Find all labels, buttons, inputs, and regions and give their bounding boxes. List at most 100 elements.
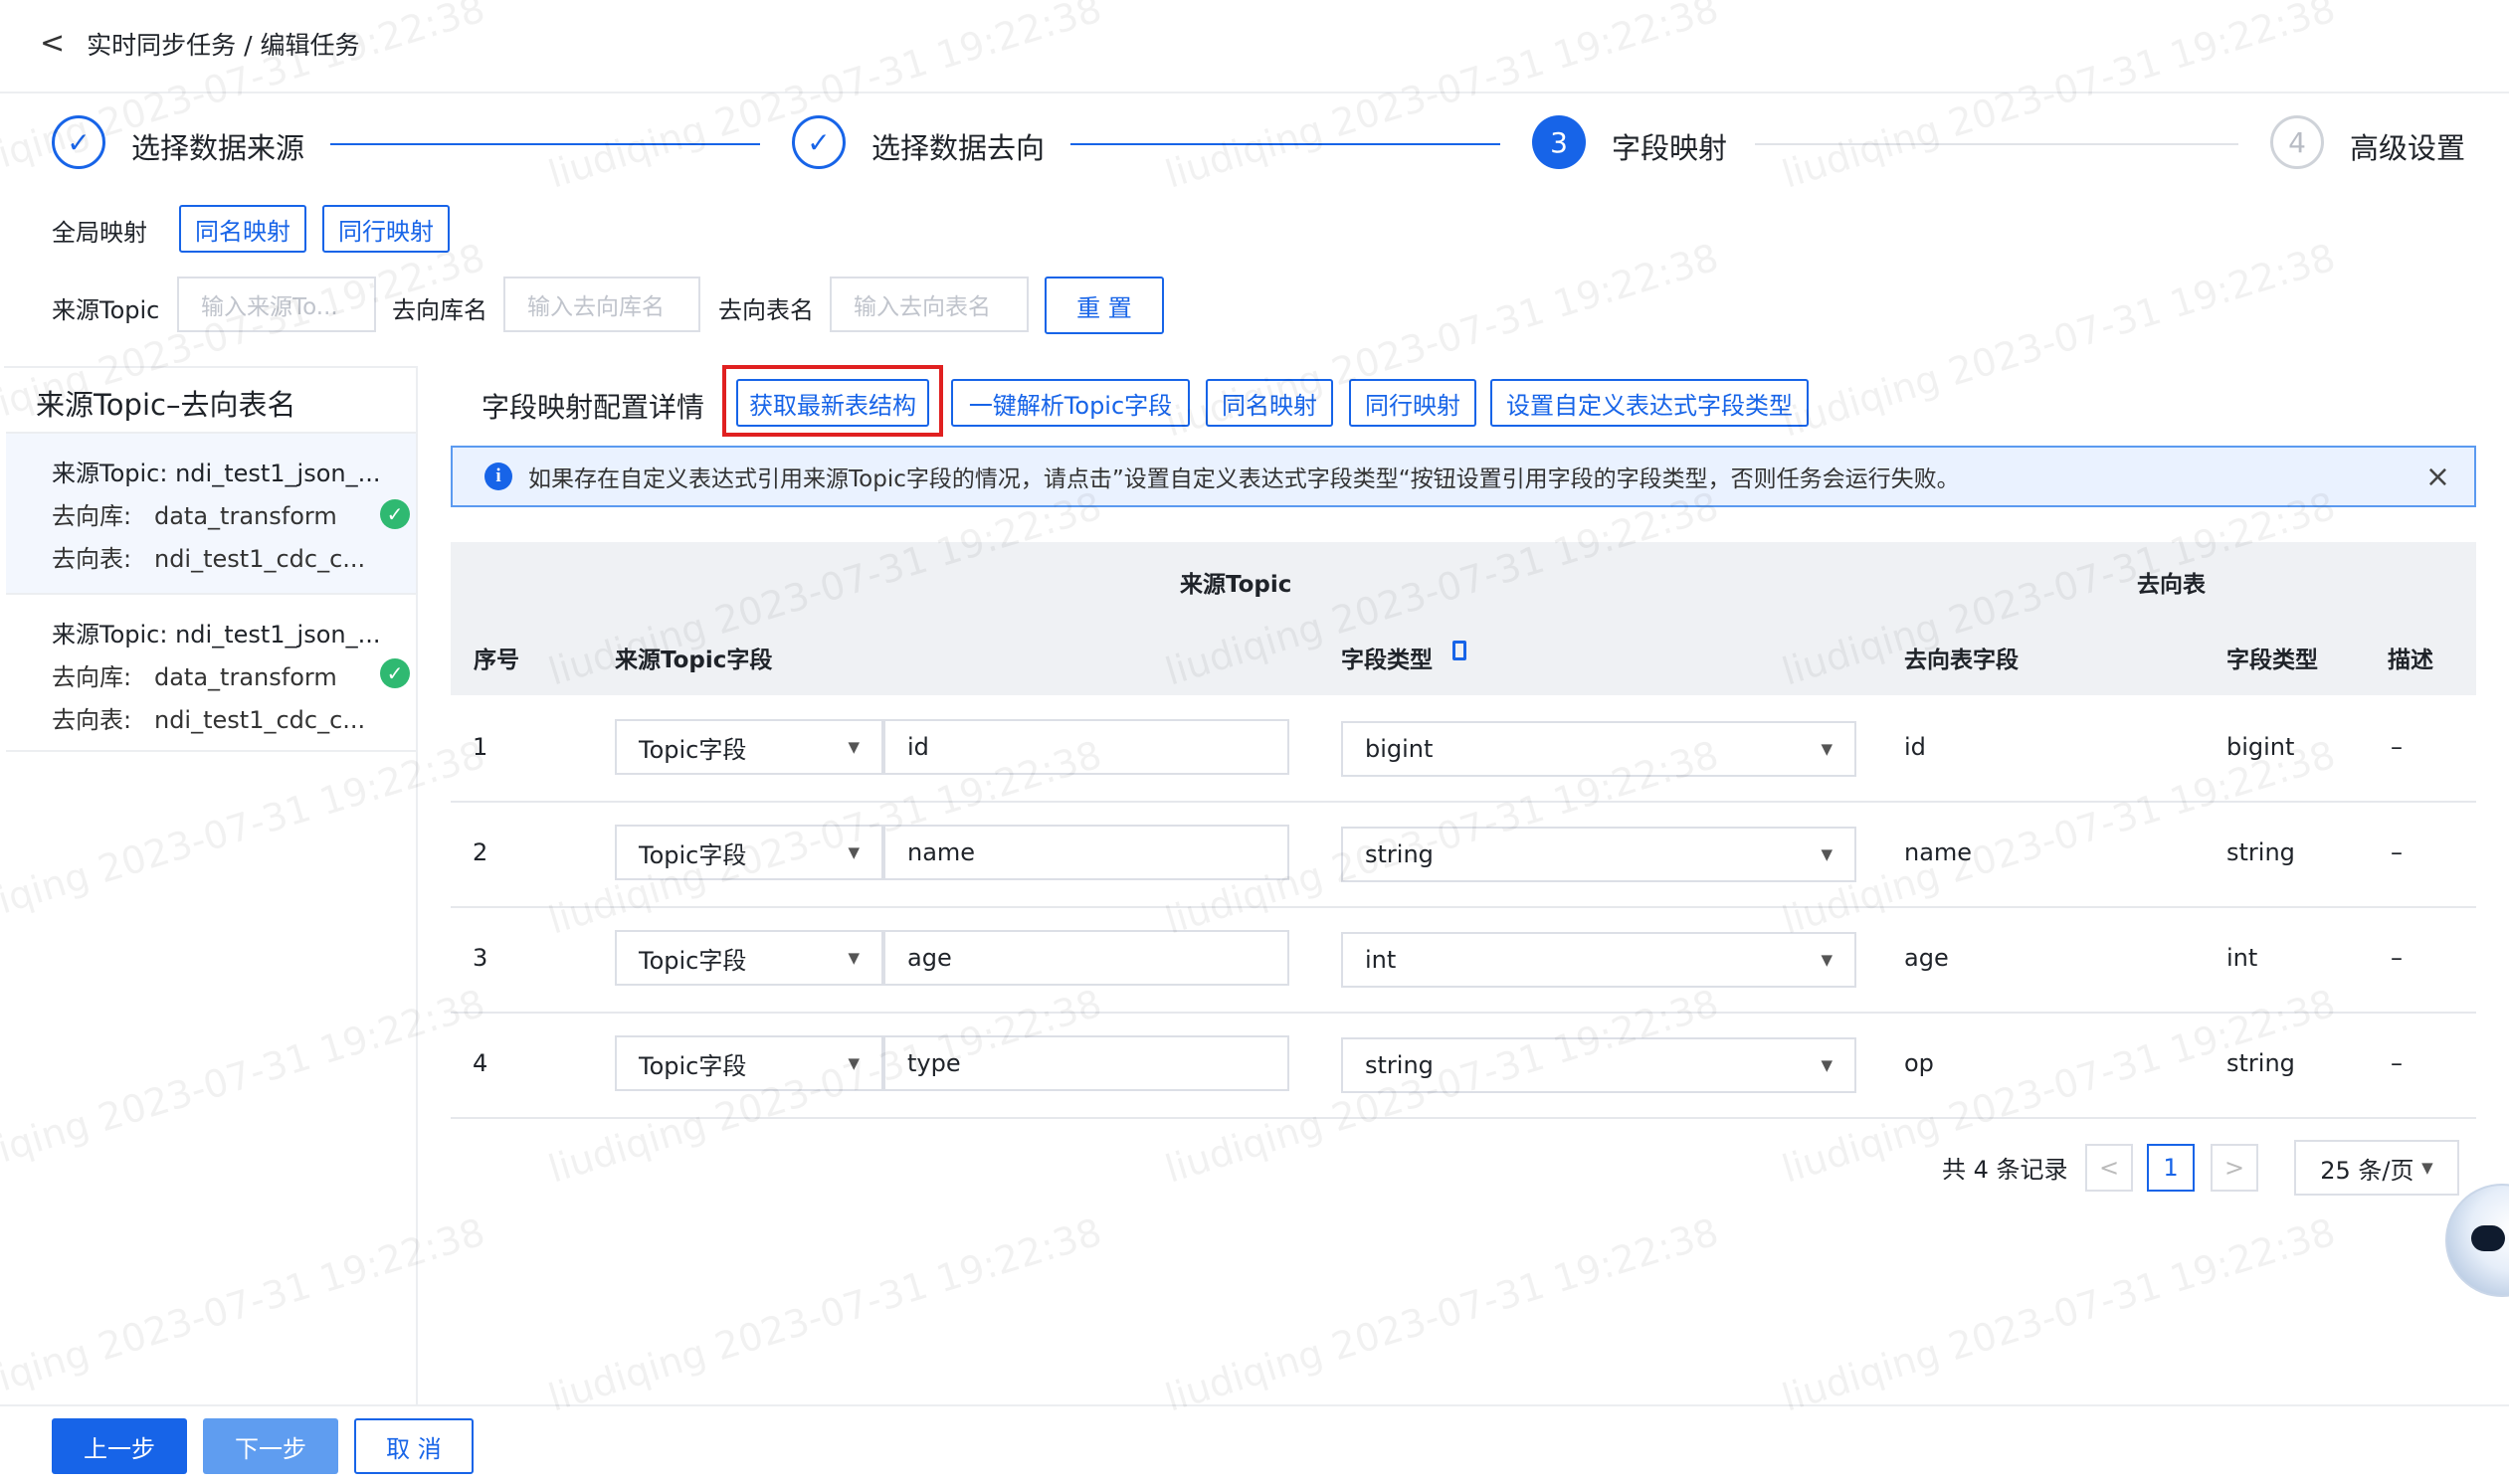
close-icon[interactable]: × [2425,460,2450,494]
cell-target-type: int [2226,944,2258,972]
watermark: liudiqing 2023-07-31 19:22:38 [543,1209,1107,1420]
copy-icon[interactable] [1452,641,1466,660]
col-header-index: 序号 [474,648,519,673]
table-row: 3 Topic字段 ▼ age int ▼ age int – [451,908,2476,1012]
db-label: 去向库: [52,502,132,530]
cell-description: – [2391,733,2403,761]
group-header-target: 去向表 [2137,572,2206,598]
step-line-2 [1070,143,1500,145]
table-label: 去向表: [52,706,132,734]
cell-index: 4 [473,1049,488,1077]
steps-bar: ✓ 选择数据来源 ✓ 选择数据去向 3 字段映射 4 高级设置 [0,115,2509,175]
step-2-check-icon: ✓ [792,115,846,169]
target-db-input[interactable]: 输入去向库名 [503,277,700,332]
info-alert: i 如果存在自定义表达式引用来源Topic字段的情况，请点击”设置自定义表达式字… [451,446,2476,507]
list-item-topic: 来源Topic: ndi_test1_json_... [52,621,381,649]
mapping-list-item[interactable]: 来源Topic: ndi_test1_json_... 去向库: data_tr… [6,434,416,595]
caret-down-icon: ▼ [848,843,860,861]
cell-description: – [2391,1049,2403,1077]
same-row-mapping-button[interactable]: 同行映射 [1349,379,1476,427]
source-topic-label: 来源Topic [52,296,160,324]
step-4-number: 4 [2270,115,2324,169]
custom-expression-type-button[interactable]: 设置自定义表达式字段类型 [1490,379,1809,427]
source-field-input[interactable]: name [883,825,1289,880]
source-topic-input[interactable]: 输入来源To... [177,277,376,332]
cell-target-type: bigint [2226,733,2295,761]
robot-eye [2471,1225,2505,1251]
success-check-icon: ✓ [380,658,410,688]
col-header-field-type: 字段类型 [1341,648,1433,673]
target-table-input[interactable]: 输入去向表名 [830,277,1029,332]
list-item-table-row: 去向表: ndi_test1_cdc_c... [52,539,416,574]
pagination-total: 共 4 条记录 [1942,1156,2068,1184]
cell-description: – [2391,838,2403,866]
mapping-list-item[interactable]: 来源Topic: ndi_test1_json_... 去向库: data_tr… [6,595,416,752]
list-item-table-row: 去向表: ndi_test1_cdc_c... [52,700,416,735]
caret-down-icon: ▼ [848,738,860,756]
field-type-value: bigint [1365,735,1434,763]
target-table-label: 去向表名 [718,296,814,324]
group-header-source: 来源Topic [1180,572,1292,598]
alert-text: 如果存在自定义表达式引用来源Topic字段的情况，请点击”设置自定义表达式字段类… [528,466,1960,492]
cell-target-field: id [1904,733,1926,761]
source-kind-value: Topic字段 [639,840,747,869]
field-type-select[interactable]: string ▼ [1341,827,1856,882]
table-value: ndi_test1_cdc_c... [153,545,366,573]
field-type-select[interactable]: int ▼ [1341,932,1856,988]
page-1-button[interactable]: 1 [2147,1144,2195,1192]
source-kind-select[interactable]: Topic字段 ▼ [615,719,883,775]
breadcrumb: < 实时同步任务 / 编辑任务 [40,26,359,62]
table-value: ndi_test1_cdc_c... [153,706,366,734]
same-name-mapping-button[interactable]: 同名映射 [1206,379,1333,427]
source-kind-value: Topic字段 [639,946,747,975]
source-field-input[interactable]: id [883,719,1289,775]
cell-index: 1 [473,733,488,761]
reset-button[interactable]: 重 置 [1045,277,1164,334]
list-item-db-row: 去向库: data_transform [52,496,416,531]
cell-index: 3 [473,944,488,972]
row-divider [451,1117,2476,1119]
table-row: 1 Topic字段 ▼ id bigint ▼ id bigint – [451,695,2476,801]
source-kind-select[interactable]: Topic字段 ▼ [615,825,883,880]
field-type-select[interactable]: string ▼ [1341,1037,1856,1093]
global-same-row-button[interactable]: 同行映射 [322,205,450,253]
prev-step-button[interactable]: 上一步 [52,1418,187,1474]
caret-down-icon: ▼ [1821,951,1833,969]
cell-target-type: string [2226,838,2295,866]
step-2-label: 选择数据去向 [871,131,1046,165]
source-kind-select[interactable]: Topic字段 ▼ [615,930,883,986]
details-title: 字段映射配置详情 [482,391,705,424]
cell-description: – [2391,944,2403,972]
source-field-input[interactable]: age [883,930,1289,986]
footer-divider [0,1404,2509,1406]
step-3-number: 3 [1532,115,1586,169]
target-db-label: 去向库名 [392,296,487,324]
cell-target-field: age [1904,944,1949,972]
db-value: data_transform [153,663,337,691]
next-step-button[interactable]: 下一步 [203,1418,338,1474]
prev-page-button[interactable]: < [2085,1144,2133,1192]
page-size-select[interactable]: 25 条/页 ▼ [2294,1140,2459,1196]
next-page-button[interactable]: > [2211,1144,2258,1192]
caret-down-icon: ▼ [1821,1056,1833,1074]
cell-target-field: op [1904,1049,1934,1077]
success-check-icon: ✓ [380,499,410,529]
db-label: 去向库: [52,663,132,691]
col-header-target-field: 去向表字段 [1904,648,2019,673]
source-kind-value: Topic字段 [639,1051,747,1080]
col-header-target-type: 字段类型 [2226,648,2318,673]
caret-down-icon: ▼ [2421,1159,2433,1177]
header-divider [0,92,2509,93]
cancel-button[interactable]: 取 消 [354,1418,474,1474]
parse-topic-fields-button[interactable]: 一键解析Topic字段 [951,379,1190,427]
col-header-source-field: 来源Topic字段 [615,648,773,673]
assistant-robot-icon[interactable] [2445,1184,2509,1297]
back-arrow-icon[interactable]: < [40,29,65,59]
global-same-name-button[interactable]: 同名映射 [179,205,306,253]
table-label: 去向表: [52,545,132,573]
source-field-input[interactable]: type [883,1035,1289,1091]
field-type-select[interactable]: bigint ▼ [1341,721,1856,777]
source-kind-select[interactable]: Topic字段 ▼ [615,1035,883,1091]
caret-down-icon: ▼ [848,1054,860,1072]
fetch-latest-schema-button[interactable]: 获取最新表结构 [736,379,929,427]
